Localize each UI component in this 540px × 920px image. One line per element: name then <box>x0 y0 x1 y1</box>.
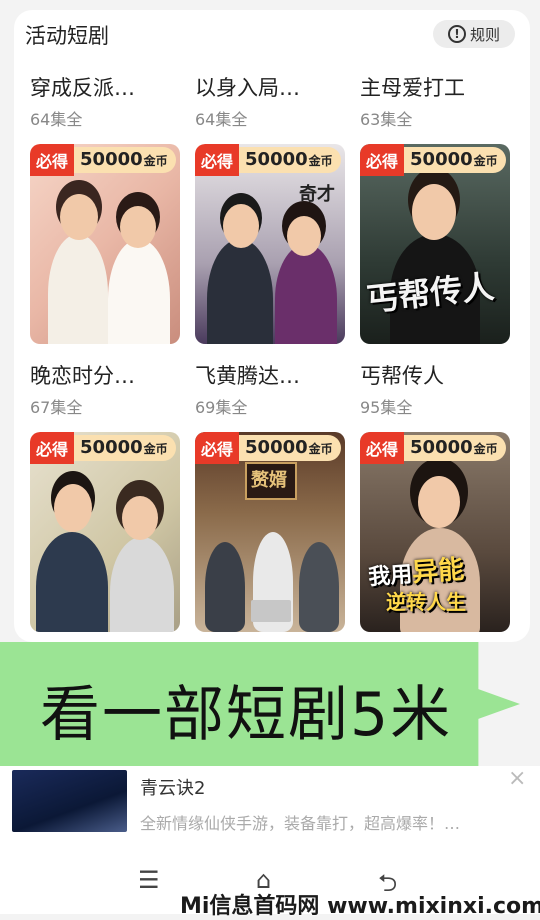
reward-badge: 必得 50000 金币 <box>195 144 341 176</box>
episode-count: 63集全 <box>360 110 413 129</box>
drama-item[interactable]: 飞黄腾达… 69集全 赘婿 必得 50000 金币 <box>195 360 347 632</box>
poster-figure <box>299 542 339 632</box>
reward-badge: 必得 50000 金币 <box>195 432 341 464</box>
poster-laptop <box>251 600 291 622</box>
info-icon: ! <box>447 25 466 43</box>
poster-figure <box>110 537 174 632</box>
watermark: Mi信息首码网 www.mixinxi.com <box>180 894 540 919</box>
promo-banner-text: 看一部短剧5米 <box>40 680 453 750</box>
poster-figure <box>275 244 337 344</box>
poster-face <box>223 204 259 248</box>
drama-poster[interactable]: 赘婿 必得 50000 金币 <box>195 432 345 632</box>
poster-face <box>412 184 456 240</box>
poster-face <box>60 194 98 240</box>
poster-figure <box>207 239 273 344</box>
drama-item[interactable]: 以身入局… 64集全 奇才 必得 50000 金币 <box>195 72 347 344</box>
drama-item[interactable]: 穿成反派… 64集全 必得 50000 金币 <box>30 72 182 344</box>
rules-label: 规则 <box>469 25 500 44</box>
poster-text: 奇才 <box>299 184 335 205</box>
drama-title: 穿成反派… <box>30 76 135 100</box>
drama-title: 晚恋时分… <box>30 364 135 388</box>
poster-figure <box>36 532 108 632</box>
reward-badge: 必得 50000 金币 <box>360 432 506 464</box>
drama-item[interactable]: 晚恋时分… 67集全 必得 50000 金币 <box>30 360 182 632</box>
poster-face <box>120 206 156 248</box>
section-title: 活动短剧 <box>25 24 109 48</box>
drama-poster[interactable]: 必得 50000 金币 <box>30 432 180 632</box>
poster-face <box>287 216 321 256</box>
drama-title: 以身入局… <box>195 76 300 100</box>
drama-item[interactable]: 丐帮传人 95集全 我用异能 逆转人生 必得 50000 金币 <box>360 360 512 632</box>
drama-title: 丐帮传人 <box>360 364 444 388</box>
drama-poster[interactable]: 丐帮传人 必得 50000 金币 <box>360 144 510 344</box>
reward-badge: 必得 50000 金币 <box>30 432 176 464</box>
close-icon[interactable]: × <box>508 766 526 791</box>
ad-thumbnail[interactable] <box>12 770 127 832</box>
reward-badge: 必得 50000 金币 <box>360 144 506 176</box>
drama-poster[interactable]: 我用异能 逆转人生 必得 50000 金币 <box>360 432 510 632</box>
poster-text: 逆转人生 <box>386 590 466 614</box>
ad-title[interactable]: 青云诀2 <box>140 774 205 800</box>
poster-text: 赘婿 <box>251 470 287 491</box>
drama-poster[interactable]: 奇才 必得 50000 金币 <box>195 144 345 344</box>
poster-face <box>54 484 92 532</box>
episode-count: 67集全 <box>30 398 83 417</box>
poster-figure <box>205 542 245 632</box>
episode-count: 69集全 <box>195 398 248 417</box>
episode-count: 64集全 <box>30 110 83 129</box>
episode-count: 95集全 <box>360 398 413 417</box>
drama-title: 飞黄腾达… <box>195 364 300 388</box>
poster-face <box>418 476 460 528</box>
poster-face <box>122 496 158 540</box>
drama-item[interactable]: 主母爱打工 63集全 丐帮传人 必得 50000 金币 <box>360 72 512 344</box>
ad-description[interactable]: 全新情缘仙侠手游，装备靠打，超高爆率！… <box>140 810 460 834</box>
poster-figure <box>48 234 108 344</box>
drama-poster[interactable]: 必得 50000 金币 <box>30 144 180 344</box>
episode-count: 64集全 <box>195 110 248 129</box>
reward-badge: 必得 50000 金币 <box>30 144 176 176</box>
rules-button[interactable]: ! 规则 <box>433 20 515 48</box>
poster-figure <box>108 239 170 344</box>
drama-title: 主母爱打工 <box>360 76 465 100</box>
menu-icon[interactable]: ☰ <box>138 866 160 894</box>
